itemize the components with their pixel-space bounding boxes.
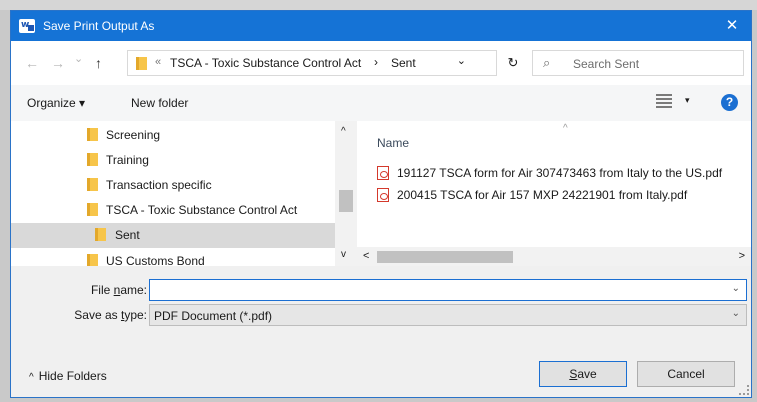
save-type-row: Save as type: PDF Document (*.pdf) ⌄	[11, 304, 751, 326]
scroll-thumb[interactable]	[339, 190, 353, 212]
refresh-icon[interactable]: ↻	[499, 50, 527, 76]
tree-item-label: Sent	[115, 228, 140, 242]
tree-item-sent[interactable]: Sent	[11, 223, 335, 248]
back-arrow-icon[interactable]: ←	[25, 55, 39, 71]
background-desktop	[0, 0, 757, 10]
tree-scrollbar[interactable]: ^ v	[335, 121, 357, 266]
folder-icon	[95, 228, 106, 241]
sort-indicator-icon: ^	[563, 123, 568, 134]
pdf-file-icon	[377, 166, 389, 180]
file-name-label: File name:	[90, 283, 147, 297]
search-placeholder: Search Sent	[573, 57, 640, 71]
help-icon[interactable]: ?	[721, 94, 738, 111]
save-type-label: Save as type:	[74, 308, 147, 322]
folder-icon	[87, 128, 98, 141]
up-arrow-icon[interactable]: ↑	[95, 55, 102, 71]
overflow-chevron-icon[interactable]: «	[155, 56, 161, 68]
tree-item-label: TSCA - Toxic Substance Control Act	[106, 203, 298, 217]
command-toolbar: Organize ▾ New folder ▾ ?	[11, 85, 751, 121]
view-options-icon[interactable]	[656, 94, 672, 108]
file-name-input[interactable]: ⌄	[149, 279, 747, 301]
column-header-name[interactable]: Name	[377, 136, 409, 150]
tree-item-transaction-specific[interactable]: Transaction specific	[11, 173, 335, 198]
pdf-file-icon	[377, 188, 389, 202]
file-name: 191127 TSCA form for Air 307473463 from …	[397, 166, 723, 180]
tree-item-us-customs-bond[interactable]: US Customs Bond	[11, 249, 335, 266]
breadcrumb-separator-icon[interactable]: ›	[374, 55, 378, 69]
tree-item-label: US Customs Bond	[106, 254, 205, 266]
folder-icon	[87, 254, 98, 266]
save-button[interactable]: Save	[539, 361, 627, 387]
folder-icon	[87, 153, 98, 166]
search-box[interactable]: ⌕ Search Sent	[532, 50, 744, 76]
scroll-left-icon[interactable]: <	[363, 250, 369, 262]
dialog-title: Save Print Output As	[43, 19, 155, 33]
scroll-down-icon[interactable]: v	[341, 249, 346, 260]
breadcrumb-tsca[interactable]: TSCA - Toxic Substance Control Act	[170, 56, 361, 70]
folder-icon	[136, 57, 147, 70]
new-folder-button[interactable]: New folder	[131, 96, 188, 110]
forward-arrow-icon[interactable]: →	[51, 55, 65, 71]
search-icon: ⌕	[543, 55, 551, 70]
tree-item-label: Training	[106, 153, 149, 167]
save-type-value: PDF Document (*.pdf)	[154, 309, 273, 323]
chevron-up-icon: ^	[29, 372, 34, 383]
tree-item-label: Transaction specific	[106, 178, 212, 192]
tree-item-screening[interactable]: Screening	[11, 123, 335, 148]
file-name: 200415 TSCA for Air 157 MXP 24221901 fro…	[397, 188, 688, 202]
button-bar: ^ Hide Folders Save Cancel	[11, 351, 751, 397]
hide-folders-button[interactable]: ^ Hide Folders	[29, 369, 107, 383]
hide-folders-label: Hide Folders	[38, 369, 107, 383]
view-dropdown-icon[interactable]: ▾	[685, 95, 690, 106]
navigation-pane: Screening Training Transaction specific …	[11, 121, 357, 266]
folder-icon	[87, 178, 98, 191]
save-dialog: w Save Print Output As ✕ ← → ⌄ ↑ « TSCA …	[10, 10, 752, 398]
scroll-right-icon[interactable]: >	[739, 250, 745, 262]
folder-icon	[87, 203, 98, 216]
cancel-button[interactable]: Cancel	[637, 361, 735, 387]
file-list-pane: ^ Name 191127 TSCA form for Air 30747346…	[357, 121, 751, 266]
navigation-bar: ← → ⌄ ↑ « TSCA - Toxic Substance Control…	[11, 41, 751, 85]
file-name-dropdown-icon[interactable]: ⌄	[732, 283, 740, 294]
tree-item-tsca[interactable]: TSCA - Toxic Substance Control Act	[11, 198, 335, 223]
address-dropdown-icon[interactable]: ⌄	[457, 54, 466, 67]
scroll-up-icon[interactable]: ^	[341, 126, 346, 137]
scroll-thumb[interactable]	[377, 251, 513, 263]
breadcrumb-sent[interactable]: Sent	[391, 56, 416, 70]
save-type-select[interactable]: PDF Document (*.pdf) ⌄	[149, 304, 747, 326]
organize-button[interactable]: Organize ▾	[27, 96, 85, 110]
file-list-scrollbar[interactable]: < >	[357, 247, 751, 266]
title-bar: w Save Print Output As ✕	[11, 11, 751, 41]
close-icon[interactable]: ✕	[721, 17, 743, 35]
file-name-row: File name: ⌄	[11, 279, 751, 301]
address-bar[interactable]: « TSCA - Toxic Substance Control Act › S…	[127, 50, 497, 76]
resize-grip-icon[interactable]	[739, 385, 749, 395]
tree-item-training[interactable]: Training	[11, 148, 335, 173]
tree-item-label: Screening	[106, 128, 161, 142]
save-type-dropdown-icon[interactable]: ⌄	[732, 308, 740, 319]
word-app-icon: w	[19, 19, 35, 33]
recent-locations-icon[interactable]: ⌄	[74, 52, 83, 65]
